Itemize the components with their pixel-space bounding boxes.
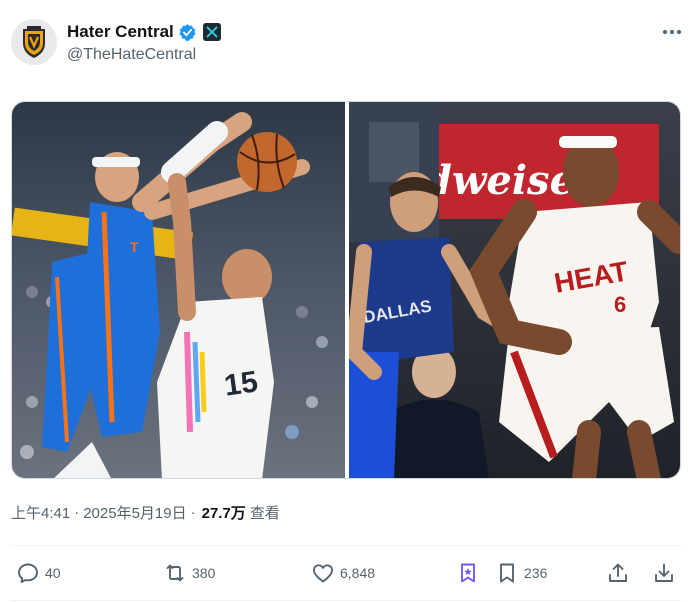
tweet-media[interactable]: T 15 dweiser DALLAS HEAT 6	[11, 101, 681, 479]
basketball-block-photo[interactable]: T 15	[12, 102, 345, 478]
tweet-date: 2025年5月19日	[83, 505, 187, 522]
tweet-timestamp[interactable]: 上午4:41 · 2025年5月19日 · 27.7万 查看	[11, 502, 280, 523]
x-logo-badge-icon[interactable]	[202, 23, 221, 41]
bookmark-folder-button[interactable]	[456, 556, 480, 590]
heart-icon	[313, 564, 333, 583]
more-dots-icon[interactable]	[660, 22, 684, 42]
display-name[interactable]: Hater Central	[67, 22, 174, 42]
basketball-dribble-photo[interactable]: dweiser DALLAS HEAT 6	[349, 102, 680, 478]
meta-separator: ·	[190, 504, 196, 521]
name-row: Hater Central	[67, 21, 221, 43]
divider	[11, 600, 681, 601]
verified-badge-icon[interactable]	[178, 23, 197, 42]
right-jersey-number: 6	[614, 292, 626, 317]
reply-button[interactable]: 40	[16, 556, 61, 590]
avatar[interactable]	[11, 19, 57, 65]
divider	[11, 545, 681, 546]
account-handle[interactable]: @TheHateCentral	[67, 46, 196, 64]
repost-button[interactable]: 380	[163, 556, 215, 590]
shield-logo-icon	[11, 19, 57, 65]
repost-count: 380	[192, 565, 216, 581]
reply-icon	[18, 563, 38, 583]
reply-count: 40	[45, 565, 61, 581]
bookmark-folder-icon	[461, 563, 475, 583]
views-label: 查看	[249, 505, 280, 522]
share-icon	[609, 563, 627, 582]
repost-icon	[166, 564, 184, 582]
views-count: 27.7万	[201, 505, 246, 522]
download-button[interactable]	[652, 556, 676, 590]
share-button[interactable]	[606, 556, 630, 590]
bookmark-icon	[500, 563, 514, 583]
tweet-time: 上午4:41	[11, 505, 71, 522]
like-count: 6,848	[340, 565, 376, 581]
bookmark-count: 236	[524, 565, 548, 581]
svg-text:T: T	[130, 239, 139, 255]
download-icon	[655, 563, 673, 582]
like-button[interactable]: 6,848	[311, 556, 375, 590]
tweet-header: Hater Central @TheHateCentral	[0, 0, 700, 80]
action-bar: 40 380 6,848 236	[0, 556, 700, 590]
meta-separator: ·	[74, 504, 80, 521]
bookmark-button[interactable]: 236	[495, 556, 547, 590]
left-jersey-number: 15	[222, 365, 260, 402]
